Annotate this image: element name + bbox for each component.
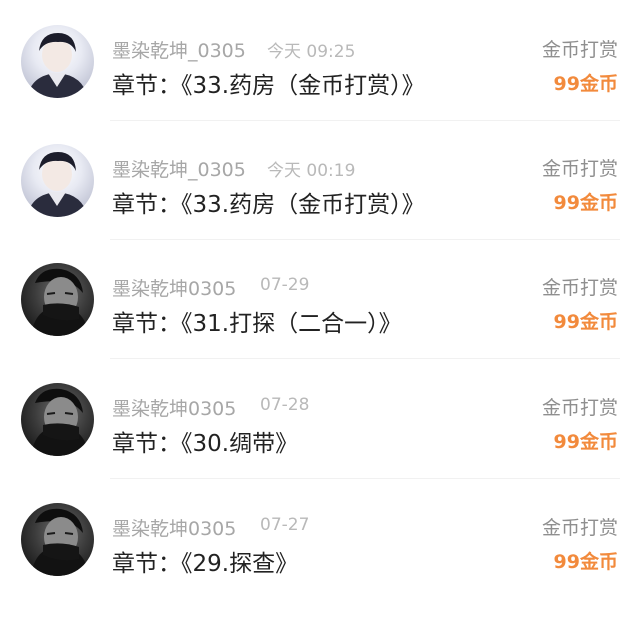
timestamp: 今天 00:19: [267, 161, 356, 181]
chapter-title: 章节：《29.探查》: [112, 551, 299, 577]
user-avatar-icon[interactable]: [21, 383, 94, 456]
username[interactable]: 墨染乾坤0305: [112, 394, 236, 421]
reward-amount: 99金币: [553, 551, 618, 573]
timestamp: 07-27: [260, 515, 310, 535]
reward-list: 墨染乾坤_0305 今天 09:25 章节：《33.药房（金币打赏）》 金币打赏…: [0, 0, 640, 622]
user-avatar-icon[interactable]: [21, 503, 94, 576]
reward-amount: 99金币: [553, 192, 618, 214]
user-avatar-icon[interactable]: [21, 144, 94, 217]
timestamp: 今天 09:25: [267, 42, 356, 62]
chapter-title: 章节：《33.药房（金币打赏）》: [112, 192, 425, 218]
user-avatar-icon[interactable]: [21, 25, 94, 98]
reward-amount: 99金币: [553, 73, 618, 95]
reward-list-item[interactable]: 墨染乾坤0305 07-29 章节：《31.打探（二合一）》 金币打赏 99金币: [0, 240, 640, 359]
timestamp: 07-28: [260, 395, 310, 415]
username[interactable]: 墨染乾坤_0305: [112, 36, 246, 63]
timestamp: 07-29: [260, 275, 310, 295]
reward-type-label: 金币打赏: [541, 277, 618, 299]
reward-list-item[interactable]: 墨染乾坤_0305 今天 00:19 章节：《33.药房（金币打赏）》 金币打赏…: [0, 121, 640, 240]
reward-list-item[interactable]: 墨染乾坤0305 07-27 章节：《29.探查》 金币打赏 99金币: [0, 480, 640, 599]
reward-type-label: 金币打赏: [541, 158, 618, 180]
reward-type-label: 金币打赏: [541, 39, 618, 61]
user-avatar-icon[interactable]: [21, 263, 94, 336]
row-divider: [110, 358, 620, 359]
reward-amount: 99金币: [553, 431, 618, 453]
reward-type-label: 金币打赏: [541, 397, 618, 419]
chapter-title: 章节：《33.药房（金币打赏）》: [112, 73, 425, 99]
username[interactable]: 墨染乾坤_0305: [112, 155, 246, 182]
chapter-title: 章节：《30.绸带》: [112, 431, 299, 457]
username[interactable]: 墨染乾坤0305: [112, 274, 236, 301]
username[interactable]: 墨染乾坤0305: [112, 514, 236, 541]
reward-amount: 99金币: [553, 311, 618, 333]
chapter-title: 章节：《31.打探（二合一）》: [112, 311, 402, 337]
row-divider: [110, 478, 620, 479]
reward-list-item[interactable]: 墨染乾坤0305 07-28 章节：《30.绸带》 金币打赏 99金币: [0, 360, 640, 479]
reward-type-label: 金币打赏: [541, 517, 618, 539]
reward-list-item[interactable]: 墨染乾坤_0305 今天 09:25 章节：《33.药房（金币打赏）》 金币打赏…: [0, 2, 640, 121]
